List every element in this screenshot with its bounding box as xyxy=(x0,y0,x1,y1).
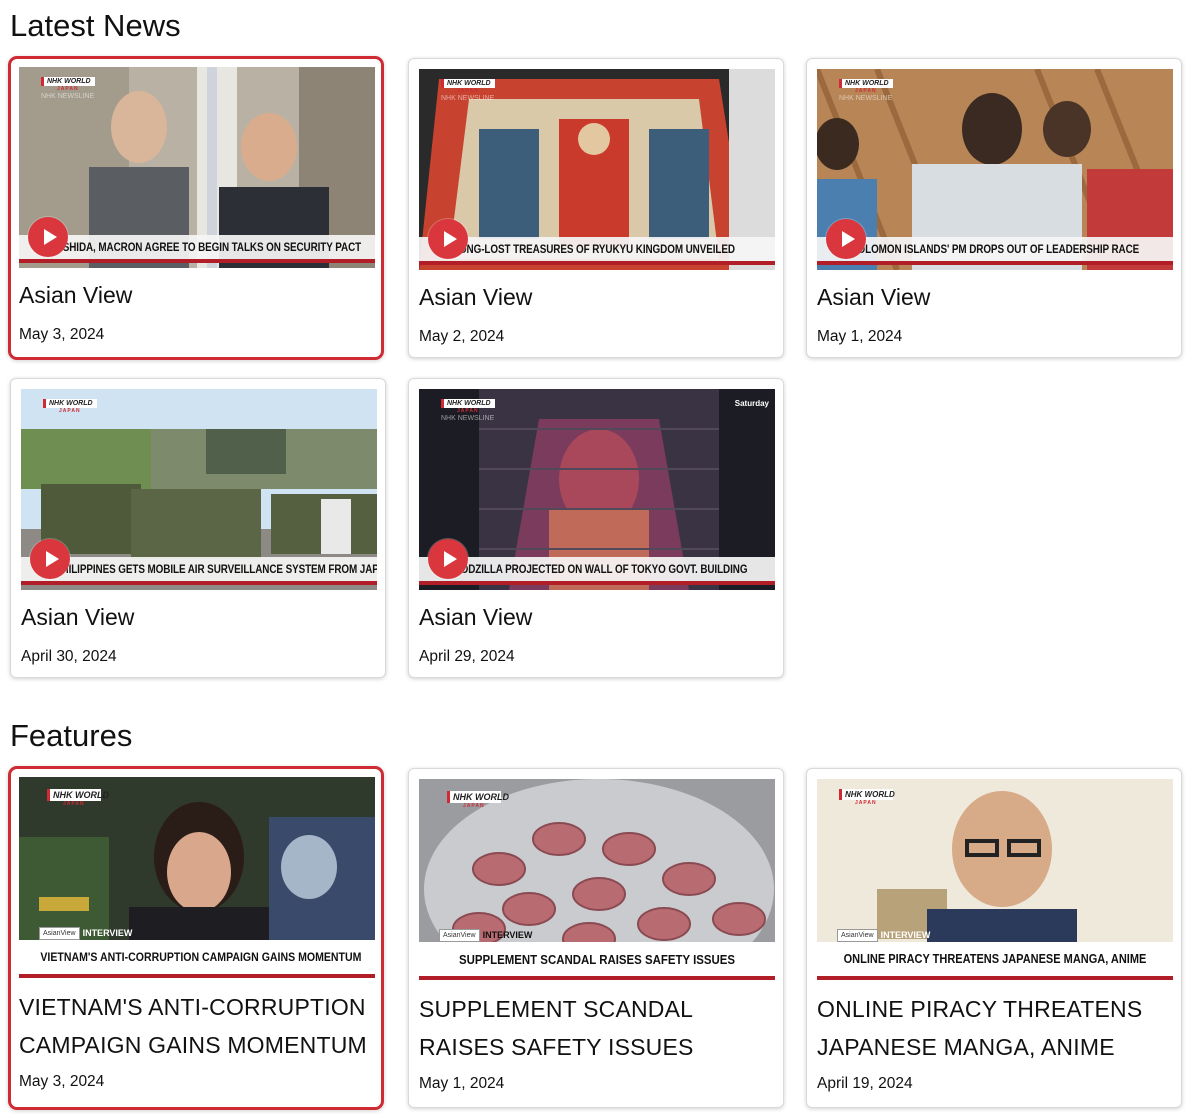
asian-view-badge: AsianView xyxy=(39,926,80,940)
news-thumbnail[interactable]: NHK WORLD JAPAN PHILIPPINES GETS MOBILE … xyxy=(21,389,377,590)
news-card-date: May 3, 2024 xyxy=(19,326,105,343)
news-caption-text: LONG-LOST TREASURES OF RYUKYU KINGDOM UN… xyxy=(453,244,735,256)
play-icon[interactable] xyxy=(28,217,68,257)
feature-card-title[interactable]: VIETNAM'S ANTI-CORRUPTION CAMPAIGN GAINS… xyxy=(19,988,367,1064)
feature-card-piracy[interactable]: NHK WORLD JAPAN AsianView INTERVIEW ONLI… xyxy=(806,768,1182,1108)
news-caption-bar: PHILIPPINES GETS MOBILE AIR SURVEILLANCE… xyxy=(21,557,377,585)
news-caption-bar: GODZILLA PROJECTED ON WALL OF TOKYO GOVT… xyxy=(419,557,775,585)
play-icon[interactable] xyxy=(428,539,468,579)
news-caption-bar: KISHIDA, MACRON AGREE TO BEGIN TALKS ON … xyxy=(19,235,375,263)
nhk-world-logo: NHK WORLD JAPAN xyxy=(447,791,509,813)
latest-news-heading: Latest News xyxy=(10,8,181,43)
interview-badge: AsianView INTERVIEW xyxy=(439,928,532,942)
asian-view-badge: AsianView xyxy=(837,928,878,942)
feature-card-date: May 1, 2024 xyxy=(419,1075,505,1092)
feature-card-date: May 3, 2024 xyxy=(19,1073,105,1090)
feature-thumbnail[interactable]: NHK WORLD JAPAN AsianView INTERVIEW VIET… xyxy=(19,777,375,978)
broadcast-day-tag: Saturday xyxy=(734,399,769,408)
news-card-title[interactable]: Asian View xyxy=(419,606,532,629)
feature-card-date: April 19, 2024 xyxy=(817,1075,913,1092)
news-caption-text: PHILIPPINES GETS MOBILE AIR SURVEILLANCE… xyxy=(55,564,377,576)
feature-thumbnail[interactable]: NHK WORLD JAPAN AsianView INTERVIEW ONLI… xyxy=(817,779,1173,980)
news-card-date: May 1, 2024 xyxy=(817,328,903,345)
news-card-title[interactable]: Asian View xyxy=(817,286,930,309)
news-thumbnail[interactable]: NHK WORLD JAPAN NHK NEWSLINE KISHIDA, MA… xyxy=(19,67,375,268)
news-caption-text: KISHIDA, MACRON AGREE TO BEGIN TALKS ON … xyxy=(53,242,362,254)
news-card-date: May 2, 2024 xyxy=(419,328,505,345)
feature-caption-bar: ONLINE PIRACY THREATENS JAPANESE MANGA, … xyxy=(817,942,1173,980)
news-card-title[interactable]: Asian View xyxy=(19,284,132,307)
news-caption-bar: SOLOMON ISLANDS' PM DROPS OUT OF LEADERS… xyxy=(817,237,1173,265)
news-card-kishida-macron[interactable]: NHK WORLD JAPAN NHK NEWSLINE KISHIDA, MA… xyxy=(8,56,384,360)
feature-caption-text: ONLINE PIRACY THREATENS JAPANESE MANGA, … xyxy=(843,952,1147,966)
news-thumbnail[interactable]: NHK WORLD JAPAN NHK NEWSLINE Saturday GO… xyxy=(419,389,775,590)
feature-card-title[interactable]: ONLINE PIRACY THREATENS JAPANESE MANGA, … xyxy=(817,990,1142,1066)
news-card-date: April 29, 2024 xyxy=(419,648,515,665)
nhk-world-logo: NHK WORLD JAPAN xyxy=(47,789,109,811)
feature-caption-bar: VIETNAM'S ANTI-CORRUPTION CAMPAIGN GAINS… xyxy=(19,940,375,978)
feature-caption-text: SUPPLEMENT SCANDAL RAISES SAFETY ISSUES xyxy=(458,952,736,967)
news-card-title[interactable]: Asian View xyxy=(419,286,532,309)
features-heading: Features xyxy=(10,718,133,753)
feature-thumbnail[interactable]: NHK WORLD JAPAN AsianView INTERVIEW SUPP… xyxy=(419,779,775,980)
nhk-world-logo: NHK WORLD JAPAN xyxy=(839,789,895,811)
interview-badge: AsianView INTERVIEW xyxy=(39,926,132,940)
nhk-world-logo: NHK WORLD JAPAN NHK NEWSLINE xyxy=(441,399,495,422)
nhk-world-logo: NHK WORLD JAPAN NHK NEWSLINE xyxy=(839,79,893,102)
asian-view-badge: AsianView xyxy=(439,928,480,942)
feature-caption-bar: SUPPLEMENT SCANDAL RAISES SAFETY ISSUES xyxy=(419,942,775,980)
news-card-philippines[interactable]: NHK WORLD JAPAN PHILIPPINES GETS MOBILE … xyxy=(10,378,386,678)
feature-card-title[interactable]: SUPPLEMENT SCANDAL RAISES SAFETY ISSUES xyxy=(419,990,694,1066)
feature-caption-text: VIETNAM'S ANTI-CORRUPTION CAMPAIGN GAINS… xyxy=(40,950,362,964)
nhk-world-logo: NHK WORLD JAPAN NHK NEWSLINE xyxy=(441,79,495,102)
news-card-godzilla[interactable]: NHK WORLD JAPAN NHK NEWSLINE Saturday GO… xyxy=(408,378,784,678)
nhk-world-logo: NHK WORLD JAPAN xyxy=(43,399,97,421)
nhk-world-logo: NHK WORLD JAPAN NHK NEWSLINE xyxy=(41,77,95,100)
feature-card-supplement[interactable]: NHK WORLD JAPAN AsianView INTERVIEW SUPP… xyxy=(408,768,784,1108)
news-card-solomon[interactable]: NHK WORLD JAPAN NHK NEWSLINE SOLOMON ISL… xyxy=(806,58,1182,358)
news-thumbnail[interactable]: NHK WORLD JAPAN NHK NEWSLINE LONG-LOST T… xyxy=(419,69,775,270)
news-card-title[interactable]: Asian View xyxy=(21,606,134,629)
news-caption-text: SOLOMON ISLANDS' PM DROPS OUT OF LEADERS… xyxy=(851,244,1140,256)
news-caption-text: GODZILLA PROJECTED ON WALL OF TOKYO GOVT… xyxy=(453,564,748,576)
play-icon[interactable] xyxy=(428,219,468,259)
play-icon[interactable] xyxy=(826,219,866,259)
news-card-date: April 30, 2024 xyxy=(21,648,117,665)
play-icon[interactable] xyxy=(30,539,70,579)
news-caption-bar: LONG-LOST TREASURES OF RYUKYU KINGDOM UN… xyxy=(419,237,775,265)
news-thumbnail[interactable]: NHK WORLD JAPAN NHK NEWSLINE SOLOMON ISL… xyxy=(817,69,1173,270)
news-card-ryukyu[interactable]: NHK WORLD JAPAN NHK NEWSLINE LONG-LOST T… xyxy=(408,58,784,358)
interview-badge: AsianView INTERVIEW xyxy=(837,928,930,942)
feature-card-vietnam[interactable]: NHK WORLD JAPAN AsianView INTERVIEW VIET… xyxy=(8,766,384,1110)
